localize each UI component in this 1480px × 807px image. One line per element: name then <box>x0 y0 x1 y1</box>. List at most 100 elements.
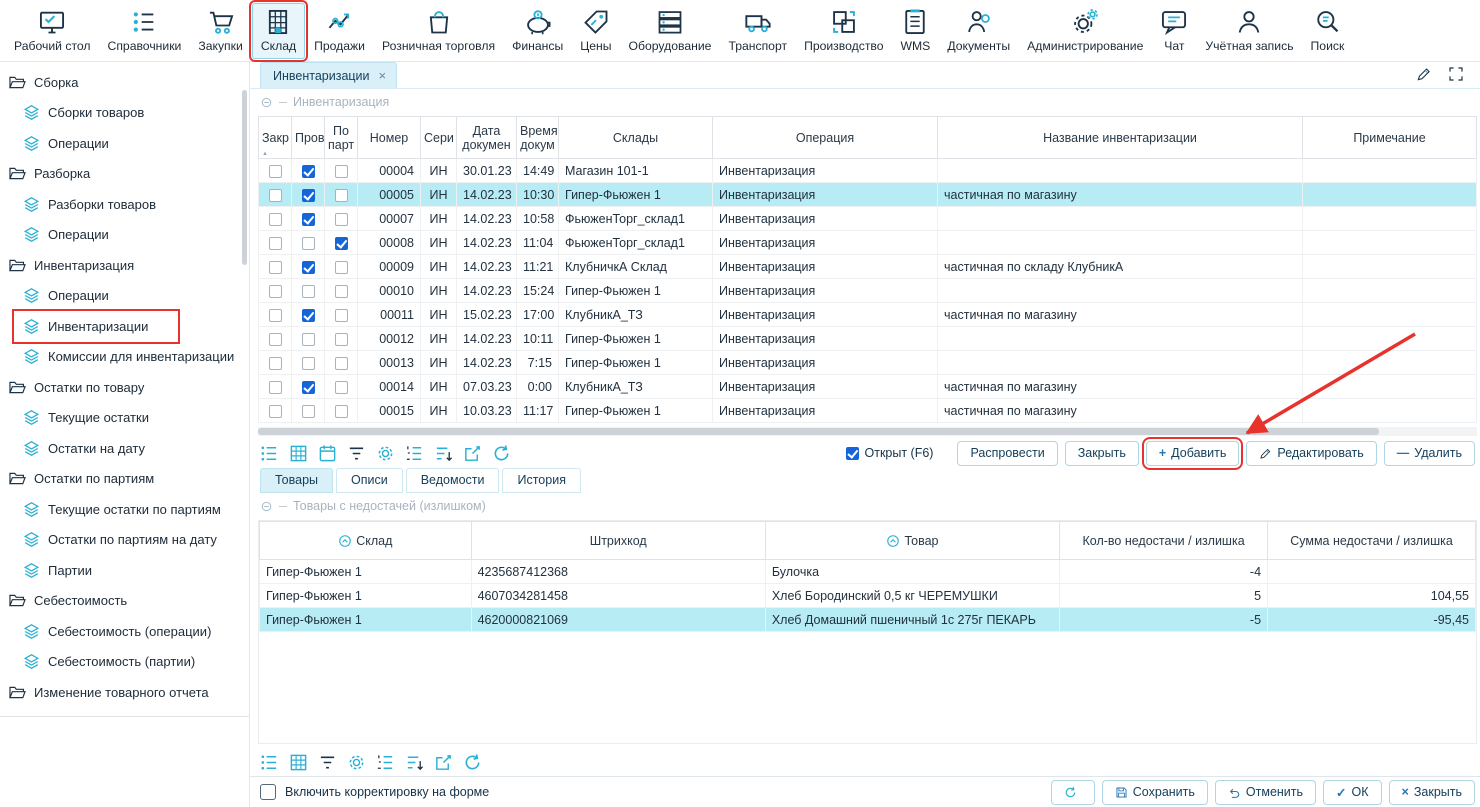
shortage-row[interactable]: Гипер-Фьюжен 1 4620000821069 Хлеб Домашн… <box>260 608 1476 632</box>
column-header[interactable]: Пров <box>292 117 325 159</box>
filter-icon[interactable] <box>347 444 366 463</box>
column-header[interactable]: Время докум <box>517 117 559 159</box>
posted-checkbox[interactable] <box>302 309 315 322</box>
ribbon-item[interactable]: Рабочий стол <box>6 3 99 59</box>
tree-item[interactable]: Изменение товарного отчета <box>0 677 223 708</box>
ribbon-item[interactable]: WMS <box>893 3 939 59</box>
checkbox[interactable] <box>846 447 859 460</box>
inventory-row[interactable]: 00013 ИН 14.02.23 7:15 Гипер-Фьюжен 1 Ин… <box>259 351 1477 375</box>
closed-checkbox[interactable] <box>269 405 282 418</box>
ribbon-item[interactable]: Учётная запись <box>1197 3 1301 59</box>
tree-item[interactable]: Инвентаризация <box>0 250 148 281</box>
column-header[interactable]: Склады <box>559 117 713 159</box>
tree-item[interactable]: Операции <box>14 128 123 159</box>
refresh-icon[interactable] <box>463 753 482 772</box>
column-header[interactable]: Дата докумен <box>457 117 517 159</box>
tree-item[interactable]: Себестоимость (операции) <box>14 616 225 647</box>
bottom-action-button[interactable]: Сохранить <box>1102 780 1208 805</box>
posted-checkbox[interactable] <box>302 261 315 274</box>
ribbon-item[interactable]: Склад <box>252 3 305 59</box>
sortbars-icon[interactable] <box>434 444 453 463</box>
by-batch-checkbox[interactable] <box>335 189 348 202</box>
inventory-row[interactable]: 00005 ИН 14.02.23 10:30 Гипер-Фьюжен 1 И… <box>259 183 1477 207</box>
bottom-action-button[interactable]: Отменить <box>1215 780 1316 805</box>
tree-item[interactable]: Текущие остатки по партиям <box>14 494 235 525</box>
detail-tab[interactable]: Описи <box>336 468 403 493</box>
tree-item[interactable]: Себестоимость (партии) <box>14 647 209 678</box>
column-header[interactable]: Кол-во недостачи / излишка <box>1060 522 1268 560</box>
form-correction-checkbox[interactable] <box>260 784 276 800</box>
posted-checkbox[interactable] <box>302 381 315 394</box>
column-header[interactable]: Товар <box>765 522 1059 560</box>
action-button[interactable]: — Удалить <box>1384 441 1475 466</box>
closed-checkbox[interactable] <box>269 237 282 250</box>
column-header[interactable]: Сери <box>421 117 457 159</box>
inventory-row[interactable]: 00007 ИН 14.02.23 10:58 ФьюженТорг_склад… <box>259 207 1477 231</box>
tree-item[interactable]: Разборки товаров <box>14 189 170 220</box>
export-icon[interactable] <box>463 444 482 463</box>
ribbon-item[interactable]: Производство <box>796 3 891 59</box>
ribbon-item[interactable]: Чат <box>1152 3 1196 59</box>
bottom-action-button[interactable] <box>1051 780 1095 805</box>
filter-icon[interactable] <box>318 753 337 772</box>
column-header[interactable]: Примечание <box>1303 117 1477 159</box>
column-header[interactable]: Операция <box>713 117 938 159</box>
ribbon-item[interactable]: Документы <box>939 3 1018 59</box>
closed-checkbox[interactable] <box>269 165 282 178</box>
tree-item[interactable]: Разборка <box>0 159 104 190</box>
ribbon-item[interactable]: Транспорт <box>720 3 795 59</box>
tree-item[interactable]: Остатки по партиям <box>0 464 168 495</box>
tree-item[interactable]: Операции <box>14 281 123 312</box>
grid-icon[interactable] <box>289 753 308 772</box>
closed-checkbox[interactable] <box>269 309 282 322</box>
inventory-row[interactable]: 00008 ИН 14.02.23 11:04 ФьюженТорг_склад… <box>259 231 1477 255</box>
tree-item[interactable]: Сборка <box>0 67 93 98</box>
ribbon-item[interactable]: Финансы <box>504 3 571 59</box>
tree-item[interactable]: Себестоимость <box>0 586 141 617</box>
edit-icon[interactable] <box>1416 66 1432 82</box>
closed-checkbox[interactable] <box>269 357 282 370</box>
closed-checkbox[interactable] <box>269 381 282 394</box>
grid-icon[interactable] <box>289 444 308 463</box>
by-batch-checkbox[interactable] <box>335 285 348 298</box>
ribbon-item[interactable]: Цены <box>572 3 619 59</box>
action-button[interactable]: Редактировать <box>1246 441 1376 466</box>
shortage-row[interactable]: Гипер-Фьюжен 1 4607034281458 Хлеб Бороди… <box>260 584 1476 608</box>
ribbon-item[interactable]: Розничная торговля <box>374 3 503 59</box>
collapse-icon[interactable] <box>260 500 273 513</box>
column-header[interactable]: Название инвентаризации <box>938 117 1303 159</box>
by-batch-checkbox[interactable] <box>335 213 348 226</box>
posted-checkbox[interactable] <box>302 285 315 298</box>
numlist-icon[interactable] <box>376 753 395 772</box>
posted-checkbox[interactable] <box>302 213 315 226</box>
column-header[interactable]: Номер <box>358 117 421 159</box>
inventory-row[interactable]: 00015 ИН 10.03.23 11:17 Гипер-Фьюжен 1 И… <box>259 399 1477 423</box>
by-batch-checkbox[interactable] <box>335 309 348 322</box>
by-batch-checkbox[interactable] <box>335 357 348 370</box>
detail-tab[interactable]: Ведомости <box>406 468 500 493</box>
ribbon-item[interactable]: Продажи <box>306 3 373 59</box>
column-header[interactable]: Склад <box>260 522 472 560</box>
horizontal-scrollbar[interactable] <box>258 427 1477 436</box>
bottom-action-button[interactable]: × Закрыть <box>1389 780 1475 805</box>
tree-item[interactable]: Текущие остатки <box>14 403 163 434</box>
by-batch-checkbox[interactable] <box>335 381 348 394</box>
scrollbar-thumb[interactable] <box>258 428 1379 435</box>
by-batch-checkbox[interactable] <box>335 333 348 346</box>
listview-icon[interactable] <box>260 753 279 772</box>
inventory-row[interactable]: 00011 ИН 15.02.23 17:00 КлубникА_ТЗ Инве… <box>259 303 1477 327</box>
open-f6-checkbox[interactable]: Открыт (F6) <box>846 446 934 460</box>
ribbon-item[interactable]: Закупки <box>190 3 250 59</box>
inventory-row[interactable]: 00014 ИН 07.03.23 0:00 КлубникА_ТЗ Инвен… <box>259 375 1477 399</box>
tree-item[interactable]: Инвентаризации <box>14 311 178 342</box>
bottom-action-button[interactable]: ✓ ОК <box>1323 780 1382 805</box>
close-icon[interactable]: × <box>379 68 387 83</box>
export-icon[interactable] <box>434 753 453 772</box>
posted-checkbox[interactable] <box>302 165 315 178</box>
column-header[interactable]: По парт <box>325 117 358 159</box>
tree-item[interactable]: Сборки товаров <box>14 98 158 129</box>
posted-checkbox[interactable] <box>302 333 315 346</box>
by-batch-checkbox[interactable] <box>335 237 348 250</box>
gear-icon[interactable] <box>376 444 395 463</box>
by-batch-checkbox[interactable] <box>335 165 348 178</box>
